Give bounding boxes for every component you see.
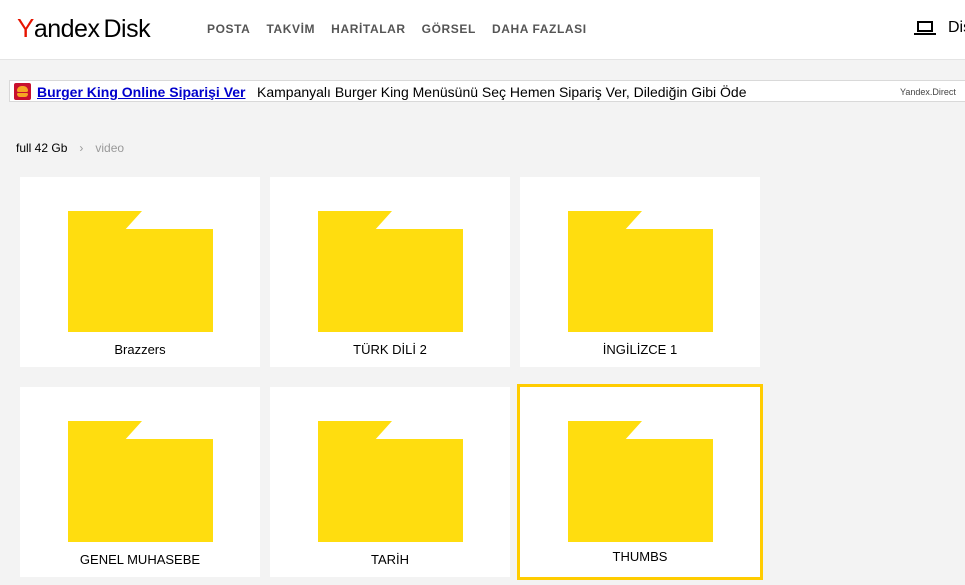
folder-name: TARİH bbox=[370, 552, 410, 567]
ad-text: Kampanyalı Burger King Menüsünü Seç Heme… bbox=[257, 84, 747, 100]
folder-name: TÜRK DİLİ 2 bbox=[353, 342, 427, 357]
nav-daha-fazlasi[interactable]: DAHA FAZLASI bbox=[492, 22, 587, 36]
top-header: Yandex Disk POSTA TAKVİM HARİTALAR GÖRSEL… bbox=[0, 0, 965, 60]
folder-tile[interactable]: GENEL MUHASEBE bbox=[20, 387, 260, 577]
folder-icon bbox=[568, 211, 713, 332]
breadcrumb-current: video bbox=[95, 141, 125, 155]
folder-name: THUMBS bbox=[612, 549, 668, 564]
breadcrumb: full 42 Gb › video bbox=[16, 141, 124, 155]
folder-tile[interactable]: Brazzers bbox=[20, 177, 260, 367]
chevron-right-icon: › bbox=[79, 141, 84, 155]
folder-icon bbox=[68, 211, 213, 332]
nav-haritalar[interactable]: HARİTALAR bbox=[331, 22, 406, 36]
ad-source[interactable]: Yandex.Direct bbox=[900, 87, 956, 97]
ad-link[interactable]: Burger King Online Siparişi Ver bbox=[37, 84, 246, 100]
folder-icon bbox=[318, 211, 463, 332]
folder-tile[interactable]: İNGİLİZCE 1 bbox=[520, 177, 760, 367]
laptop-icon bbox=[914, 19, 936, 37]
breadcrumb-root[interactable]: full 42 Gb bbox=[16, 141, 67, 155]
folder-tile[interactable]: TÜRK DİLİ 2 bbox=[270, 177, 510, 367]
folder-name: GENEL MUHASEBE bbox=[79, 552, 201, 567]
desktop-app-label: Dis bbox=[948, 19, 965, 36]
nav-takvim[interactable]: TAKVİM bbox=[266, 22, 315, 36]
folder-icon bbox=[568, 421, 713, 542]
nav-posta[interactable]: POSTA bbox=[207, 22, 250, 36]
folder-tile[interactable]: TARİH bbox=[270, 387, 510, 577]
logo-andex: andex bbox=[33, 15, 100, 43]
logo-y: Y bbox=[17, 13, 34, 43]
services-nav: POSTA TAKVİM HARİTALAR GÖRSEL DAHA FAZLA… bbox=[207, 22, 603, 36]
folder-tile-selected[interactable]: THUMBS bbox=[517, 384, 763, 580]
folder-name: İNGİLİZCE 1 bbox=[602, 342, 678, 357]
yandex-disk-logo[interactable]: Yandex Disk bbox=[17, 13, 151, 44]
nav-gorsel[interactable]: GÖRSEL bbox=[422, 22, 476, 36]
folder-icon bbox=[68, 421, 213, 542]
logo-disk: Disk bbox=[103, 15, 151, 43]
folder-name: Brazzers bbox=[114, 342, 166, 357]
folder-icon bbox=[318, 421, 463, 542]
burger-king-logo-icon bbox=[14, 83, 31, 100]
desktop-app-link[interactable]: Dis bbox=[914, 19, 965, 37]
ad-banner[interactable]: Burger King Online Siparişi Ver Kampanya… bbox=[9, 80, 965, 102]
